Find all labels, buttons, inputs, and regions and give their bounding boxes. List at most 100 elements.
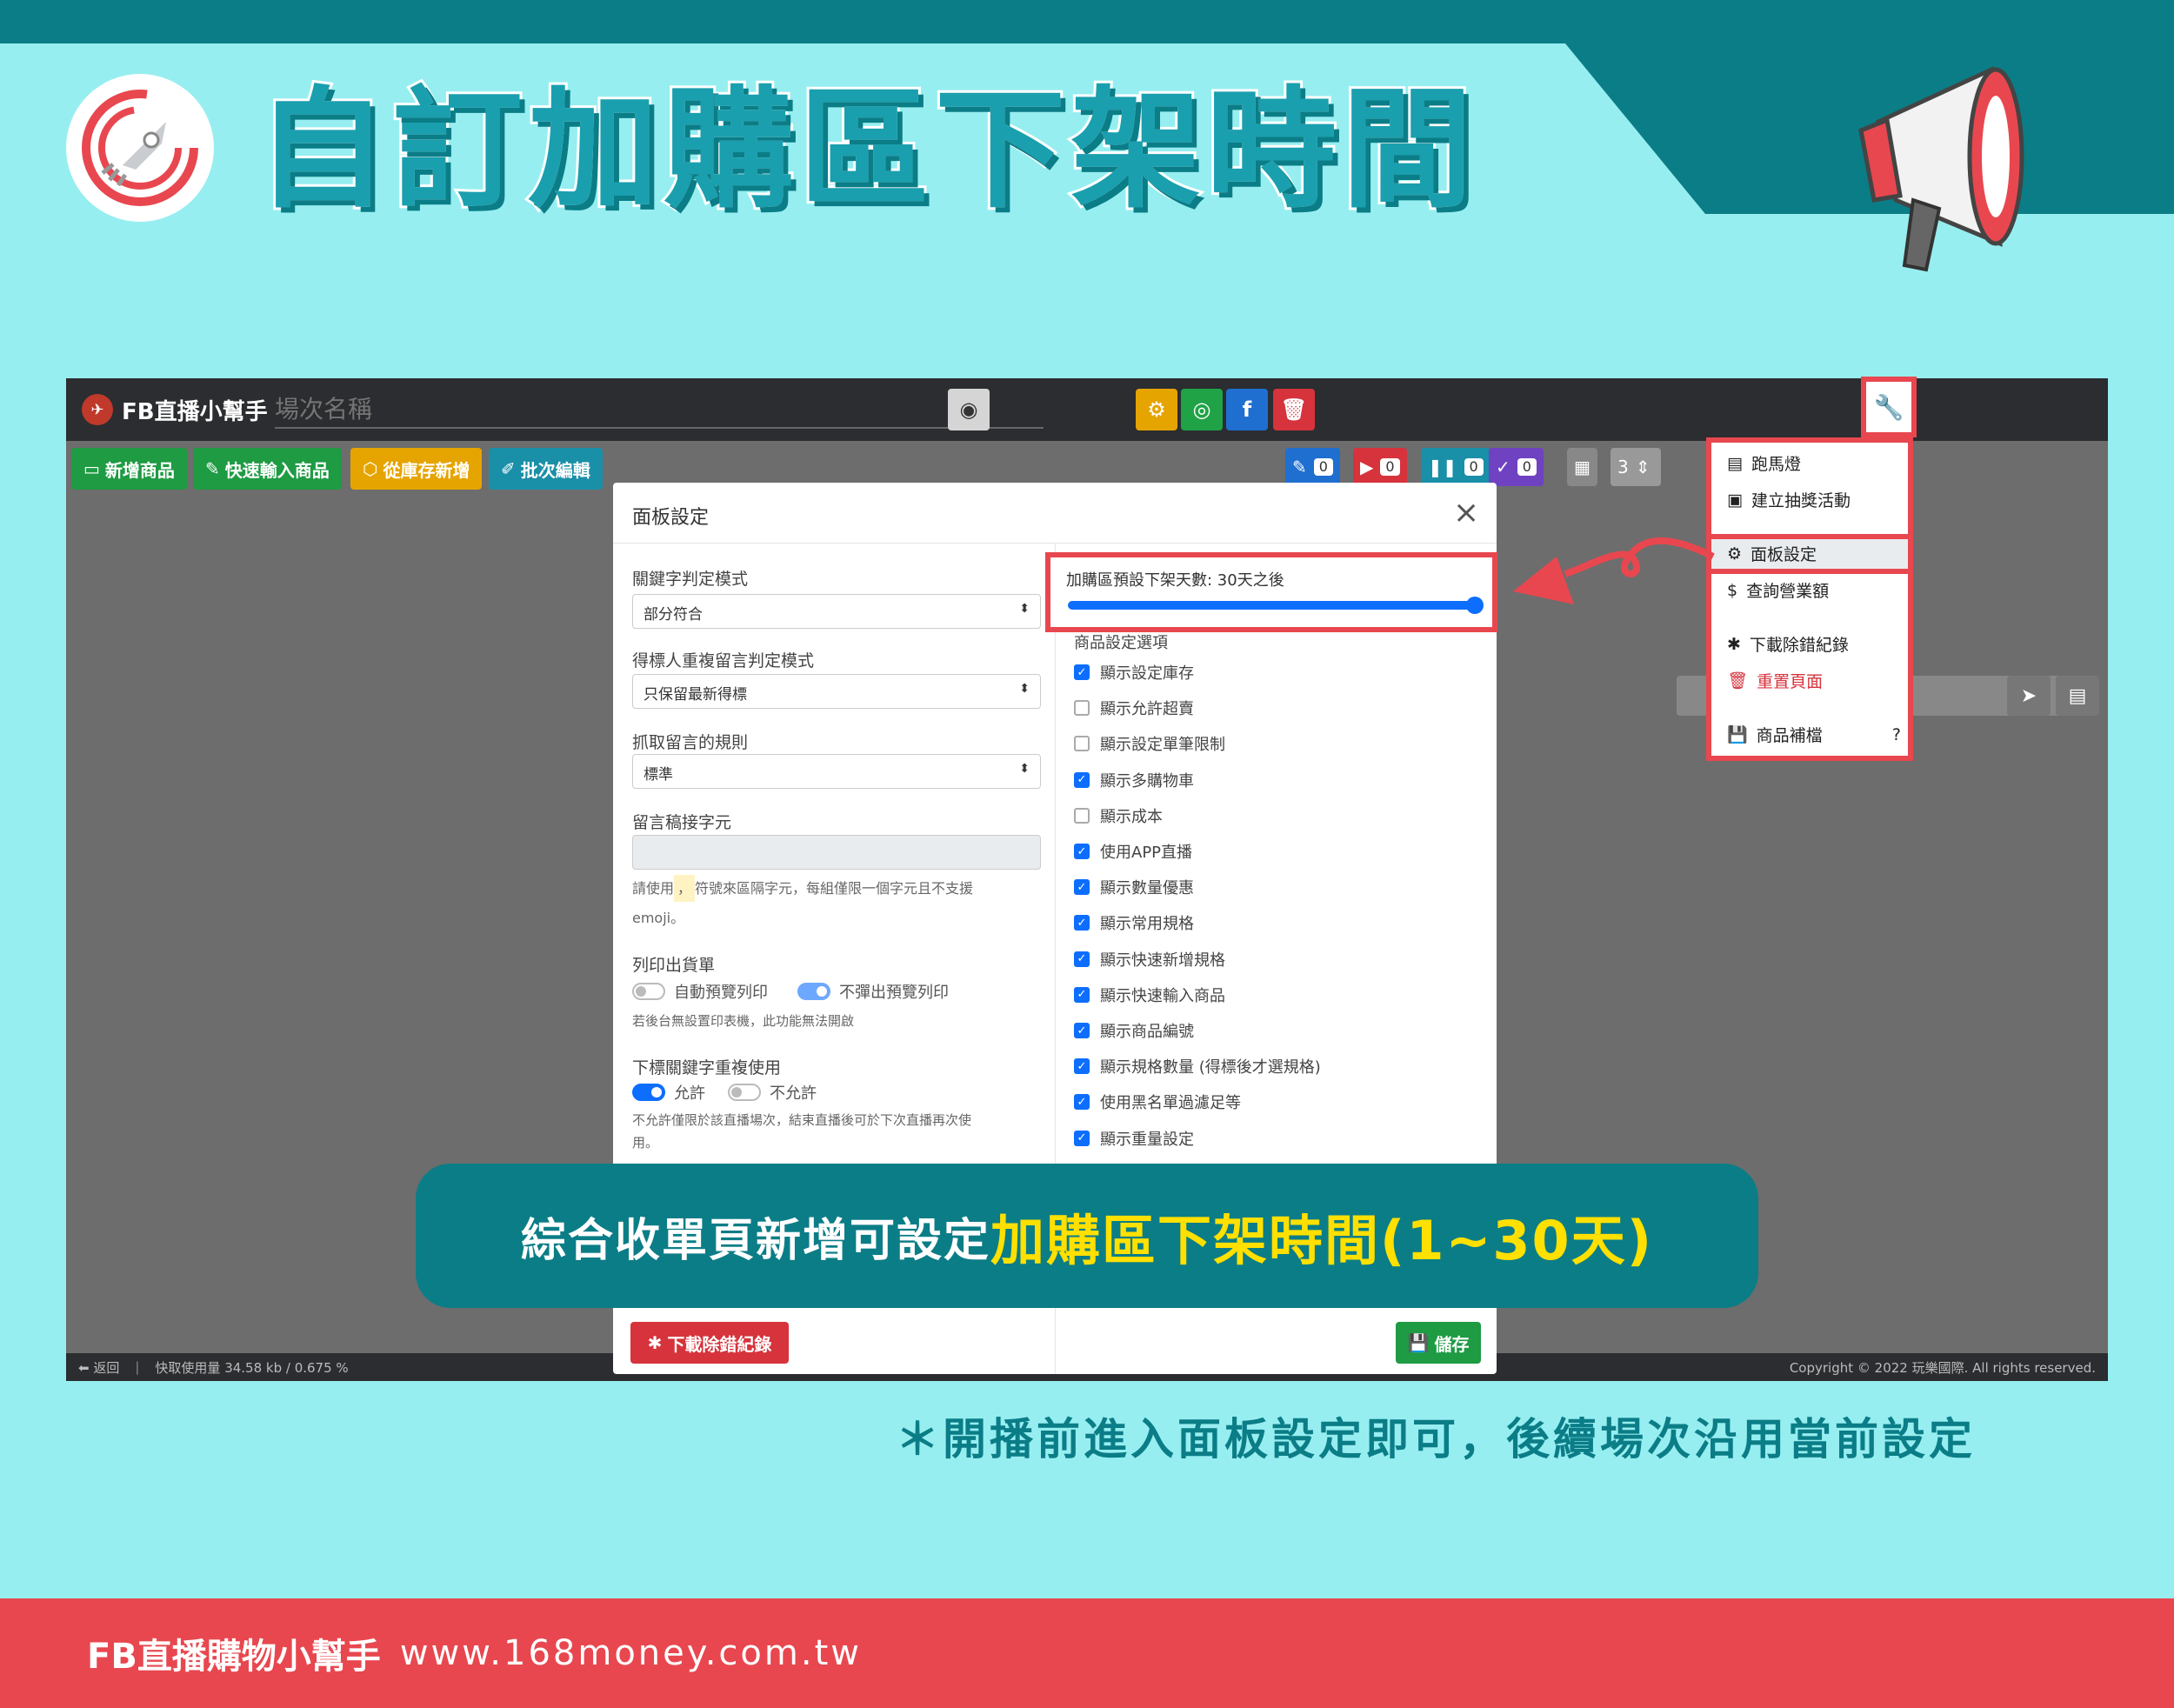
send-icon[interactable]: ➤ (2007, 676, 2051, 716)
option-label: 顯示設定庫存 (1100, 664, 1194, 683)
session-name-input[interactable] (275, 390, 1044, 429)
dup-mode-select[interactable]: 只保留最新得標 ⬍ (632, 674, 1041, 709)
save-button[interactable]: 💾 儲存 (1396, 1322, 1481, 1364)
no-preview-toggle[interactable]: 不彈出預覽列印 (797, 980, 949, 1003)
edit-counter[interactable]: ✎ 0 (1285, 448, 1340, 486)
option-label: 顯示常用規格 (1100, 915, 1194, 934)
slider-track[interactable] (1068, 601, 1477, 610)
option-label: 顯示數量優惠 (1100, 879, 1194, 898)
checkmark-icon: ✓ (1074, 951, 1090, 967)
option-label: 顯示商品編號 (1100, 1023, 1194, 1041)
webcam-button[interactable]: ◉ (948, 389, 990, 430)
grid-toggle[interactable]: ▦ (1567, 448, 1597, 486)
option-checkbox[interactable]: ✓ 顯示規格數量 (得標後才選規格) (1074, 1055, 1321, 1078)
switch (797, 983, 830, 1000)
keyword-mode-select[interactable]: 部分符合 ⬍ (632, 594, 1041, 629)
option-checkbox[interactable]: ✓ 顯示多購物車 (1074, 769, 1194, 791)
checkbox-empty (1074, 736, 1090, 752)
wrench-icon: 🔧 (1873, 392, 1904, 422)
menu-item-marquee[interactable]: ▤ 跑馬燈 (1727, 451, 1801, 475)
modal-header: 面板設定 × (613, 483, 1497, 544)
play-counter[interactable]: ▶ 0 (1353, 448, 1407, 486)
feature-banner: 綜合收單頁新增可設定 加購區下架時間(1~30天) (416, 1164, 1758, 1308)
slider-thumb[interactable] (1466, 597, 1484, 614)
print-hint: 若後台無設置印表機，此功能無法開啟 (632, 1013, 855, 1029)
option-checkbox[interactable]: ✓ 顯示設定庫存 (1074, 661, 1194, 684)
box-icon: ▭ (83, 458, 100, 479)
switch (728, 1084, 761, 1101)
from-stock-button[interactable]: ⬡ 從庫存新增 (350, 448, 483, 490)
bug-icon: ✱ (1727, 634, 1741, 654)
line-button[interactable]: ◎ (1181, 389, 1223, 430)
comment-icon[interactable]: ▤ (2056, 676, 2099, 716)
option-label: 顯示規格數量 (得標後才選規格) (1100, 1058, 1321, 1078)
keyword-mode-label: 關鍵字判定模式 (632, 570, 749, 589)
reuse-deny-toggle[interactable]: 不允許 (728, 1081, 817, 1104)
option-checkbox[interactable]: ✓ 使用黑名單過濾足等 (1074, 1091, 1241, 1113)
back-link[interactable]: ⬅ 返回 (78, 1358, 119, 1377)
edit-icon: ✐ (501, 458, 516, 479)
trash-button[interactable]: 🗑 (1273, 389, 1315, 430)
quick-input-button[interactable]: ✎ 快速輸入商品 (193, 448, 342, 490)
reuse-label: 下標關鍵字重複使用 (632, 1058, 782, 1078)
option-checkbox[interactable]: ✓ 顯示快速輸入商品 (1074, 984, 1225, 1006)
pause-counter[interactable]: ❚❚ 0 (1421, 448, 1490, 486)
hand-icon: ✎ (205, 458, 220, 479)
print-label: 列印出貨單 (632, 956, 716, 975)
gear-button[interactable]: ⚙ (1136, 389, 1177, 430)
play-icon: ▶ (1360, 457, 1374, 477)
close-icon[interactable]: × (1453, 495, 1479, 530)
option-label: 顯示多購物車 (1100, 771, 1194, 791)
option-checkbox[interactable]: ✓ 顯示快速新增規格 (1074, 948, 1225, 971)
option-checkbox[interactable]: ✓ 顯示常用規格 (1074, 911, 1194, 934)
checkmark-icon: ✓ (1074, 1094, 1090, 1111)
message-icon: ▤ (1727, 453, 1743, 473)
option-label: 顯示允許超賣 (1100, 700, 1194, 719)
option-label: 顯示成本 (1100, 807, 1163, 826)
sort-icon: ⬍ (1019, 602, 1030, 616)
footer-url[interactable]: www.168money.com.tw (400, 1633, 862, 1673)
option-checkbox[interactable]: ✓ 顯示重量設定 (1074, 1127, 1194, 1150)
add-product-button[interactable]: ▭ 新增商品 (71, 448, 187, 490)
brand-name: FB直播小幫手 (122, 398, 268, 425)
option-checkbox[interactable]: ✓ 顯示商品編號 (1074, 1019, 1194, 1042)
grid-select[interactable]: 3 ⇕ (1610, 448, 1661, 486)
option-checkbox[interactable]: 顯示設定單筆限制 (1074, 732, 1225, 755)
separator-input[interactable] (632, 835, 1041, 870)
separator-hint: 請使用，符號來區隔字元，每組僅限一個字元且不支援 emoji。 (632, 874, 1041, 933)
cache-usage: 快取使用量 34.58 kb / 0.675 % (155, 1359, 349, 1376)
menu-item-debug-log[interactable]: ✱ 下載除錯紀錄 (1727, 632, 1849, 656)
option-checkbox[interactable]: ✓ 使用APP直播 (1074, 840, 1192, 863)
checkmark-icon: ✓ (1074, 1023, 1090, 1038)
reuse-allow-toggle[interactable]: 允許 (632, 1081, 705, 1104)
facebook-button[interactable]: f (1226, 389, 1268, 430)
menu-item-panel-settings[interactable]: ⚙ 面板設定 (1727, 542, 1817, 565)
megaphone-icon (1826, 52, 2052, 296)
menu-item-product-backup[interactable]: 💾 商品補檔? (1727, 723, 1901, 746)
menu-item-reset[interactable]: 🗑 重置頁面 (1727, 669, 1823, 692)
menu-item-lottery[interactable]: ▣ 建立抽獎活動 (1727, 488, 1851, 511)
option-checkbox[interactable]: 顯示允許超賣 (1074, 697, 1194, 719)
save-icon: 💾 (1407, 1332, 1430, 1353)
sort-icon: ⬍ (1019, 682, 1030, 696)
app-brand[interactable]: ✈ FB直播小幫手 (82, 390, 268, 429)
batch-edit-button[interactable]: ✐ 批次編輯 (489, 448, 603, 490)
reuse-hint: 不允許僅限於該直播場次，結束直播後可於下次直播再次使 用。 (632, 1112, 972, 1151)
note-text: ＊開播前進入面板設定即可，後續場次沿用當前設定 (896, 1414, 1976, 1464)
checkmark-icon: ✓ (1074, 879, 1090, 896)
download-log-button[interactable]: ✱ 下載除錯紀錄 (630, 1322, 789, 1364)
auto-preview-toggle[interactable]: 自動預覽列印 (632, 980, 768, 1003)
checkmark-icon: ✓ (1074, 1058, 1090, 1075)
checkmark-icon: ✓ (1074, 986, 1090, 1003)
option-checkbox[interactable]: 顯示成本 (1074, 804, 1163, 827)
checkbox-empty (1074, 807, 1090, 824)
done-counter[interactable]: ✓ 0 (1489, 448, 1544, 486)
wrench-button[interactable]: 🔧 (1861, 377, 1917, 437)
menu-item-revenue[interactable]: $ 查詢營業額 (1727, 578, 1829, 602)
dup-mode-label: 得標人重複留言判定模式 (632, 651, 815, 671)
option-checkbox[interactable]: ✓ 顯示數量優惠 (1074, 876, 1194, 898)
rule-select[interactable]: 標準 ⬍ (632, 754, 1041, 789)
cube-icon: ⬡ (363, 458, 378, 479)
trash-icon: 🗑 (1727, 671, 1749, 691)
checkmark-icon: ✓ (1074, 844, 1090, 859)
